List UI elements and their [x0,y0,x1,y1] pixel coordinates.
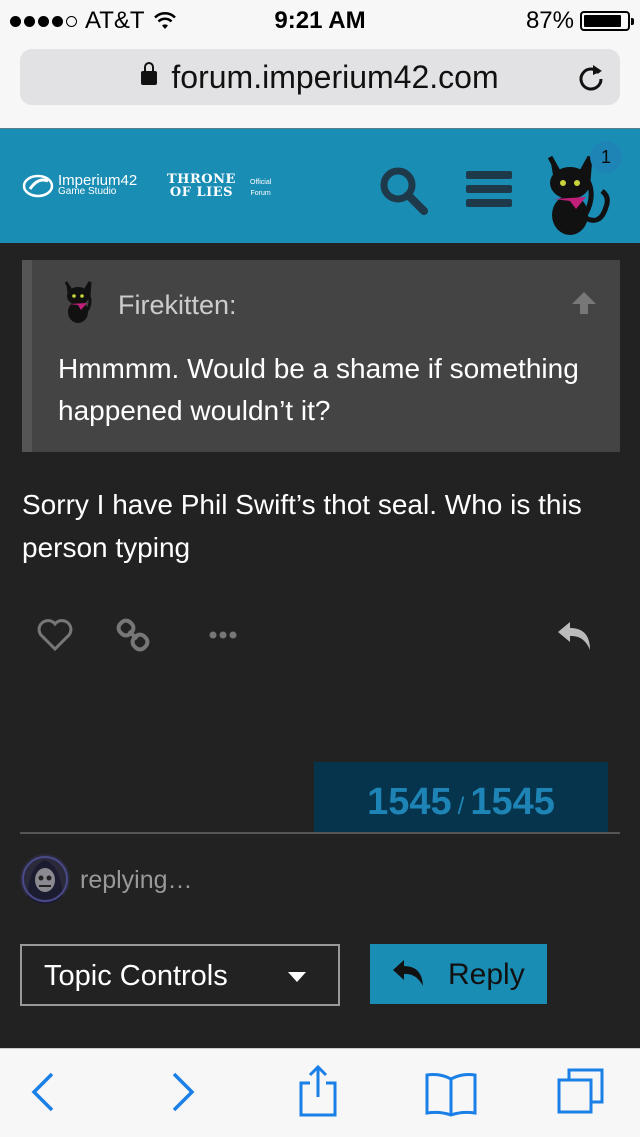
imperium42-logo[interactable]: Imperium42 Game Studio [22,173,137,199]
quoted-text: Hmmmm. Would be a shame if something hap… [58,353,579,426]
quoted-username[interactable]: Firekitten: [118,290,237,321]
lock-icon [141,61,158,85]
browser-toolbar [0,1048,640,1137]
quoted-post: Firekitten: Hmmmm. Would be a shame if s… [22,260,620,452]
divider [20,832,620,834]
tabs-icon[interactable] [556,1067,606,1117]
notification-badge[interactable]: 1 [590,141,622,173]
forum-header: Imperium42 Game Studio THRONE OF LIES Of… [0,128,640,243]
share-icon[interactable] [298,1065,338,1119]
replying-user-avatar[interactable] [20,854,70,904]
back-icon[interactable] [30,1071,56,1113]
bookmarks-icon[interactable] [424,1071,478,1117]
more-options-icon[interactable] [208,630,238,640]
brand-name: Imperium42 [58,172,138,189]
post-actions [0,614,640,658]
battery-percent: 87% [525,7,574,34]
topic-controls-label: Topic Controls [44,960,228,992]
progress-total: 1545 [470,781,555,823]
reply-button[interactable]: Reply [370,944,547,1004]
reply-button-label: Reply [448,958,525,991]
address-bar[interactable]: forum.imperium42.com [20,49,620,105]
chevron-down-icon [288,972,306,982]
reload-icon[interactable] [576,61,606,93]
forward-icon[interactable] [170,1071,196,1113]
imperium42-swirl-icon [22,174,54,198]
hooded-figure-icon [20,854,70,904]
quoted-user-avatar[interactable] [62,278,98,324]
hamburger-menu-icon[interactable] [466,169,512,209]
url-text: forum.imperium42.com [171,59,499,95]
arrow-up-icon[interactable] [570,290,598,316]
replying-indicator: replying… [80,866,193,894]
post-body: Sorry I have Phil Swift’s thot seal. Who… [22,489,582,563]
reply-icon [393,960,423,986]
progress-separator: / [457,793,465,820]
browser-address-area: forum.imperium42.com [0,40,640,128]
battery-icon [580,11,634,31]
throne-of-lies-logo[interactable]: THRONE OF LIES [167,173,236,199]
reply-arrow-icon[interactable] [556,618,594,652]
topic-progress[interactable]: 1545/1545 [314,762,608,832]
official-forum-label: Official Forum [250,179,272,197]
search-icon[interactable] [378,165,430,217]
heart-icon[interactable] [36,618,74,652]
progress-current: 1545 [367,781,452,823]
topic-controls-dropdown[interactable]: Topic Controls [20,944,340,1006]
link-icon[interactable] [116,618,150,652]
status-bar: AT&T 9:21 AM 87% [0,0,640,40]
